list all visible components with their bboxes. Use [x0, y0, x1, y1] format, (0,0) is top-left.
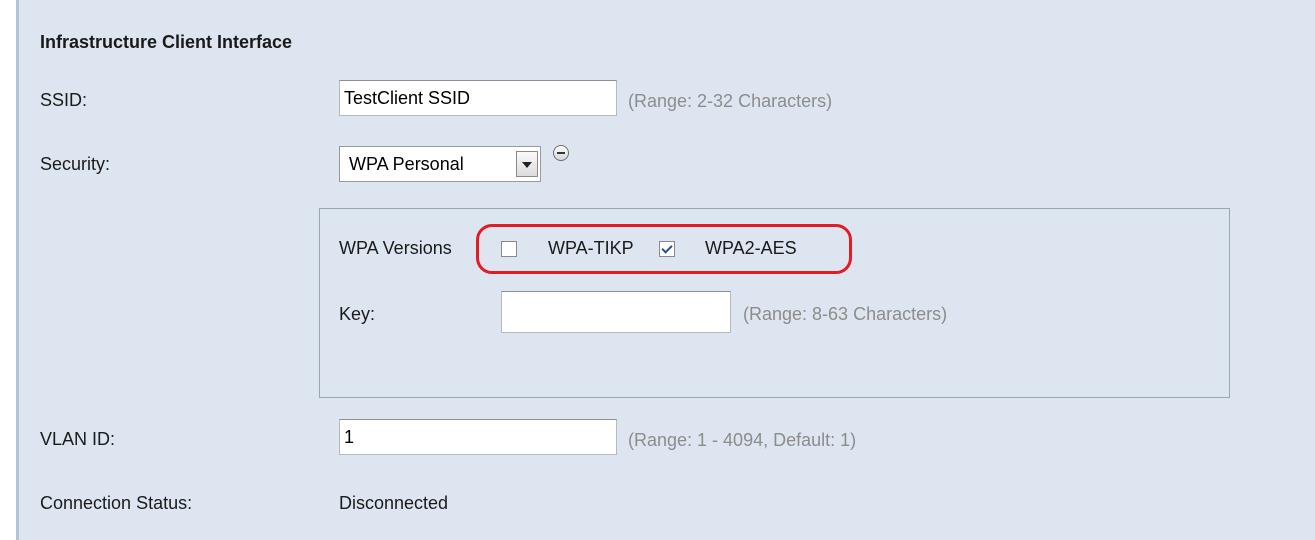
vlan-range-hint: (Range: 1 - 4094, Default: 1): [628, 430, 857, 450]
minus-circle-icon[interactable]: [553, 145, 569, 161]
security-select[interactable]: WPA Personal: [339, 146, 541, 182]
vlan-id-label: VLAN ID:: [40, 429, 116, 449]
settings-panel: Infrastructure Client Interface SSID: (R…: [16, 0, 1315, 540]
chevron-down-icon[interactable]: [516, 151, 538, 177]
connection-status-label: Connection Status:: [40, 493, 193, 513]
ssid-input[interactable]: [339, 80, 617, 116]
connection-status-value: Disconnected: [339, 493, 449, 513]
section-title: Infrastructure Client Interface: [40, 32, 293, 52]
security-selected-value: WPA Personal: [349, 154, 464, 174]
security-label: Security:: [40, 154, 111, 174]
key-input[interactable]: [501, 291, 731, 333]
wpa-versions-label: WPA Versions: [339, 238, 452, 258]
ssid-label: SSID:: [40, 90, 88, 110]
key-label: Key:: [339, 304, 376, 324]
vlan-id-input[interactable]: [339, 419, 617, 455]
wpa-versions-highlight: [476, 224, 852, 274]
ssid-range-hint: (Range: 2-32 Characters): [628, 91, 833, 111]
key-range-hint: (Range: 8-63 Characters): [743, 304, 948, 324]
